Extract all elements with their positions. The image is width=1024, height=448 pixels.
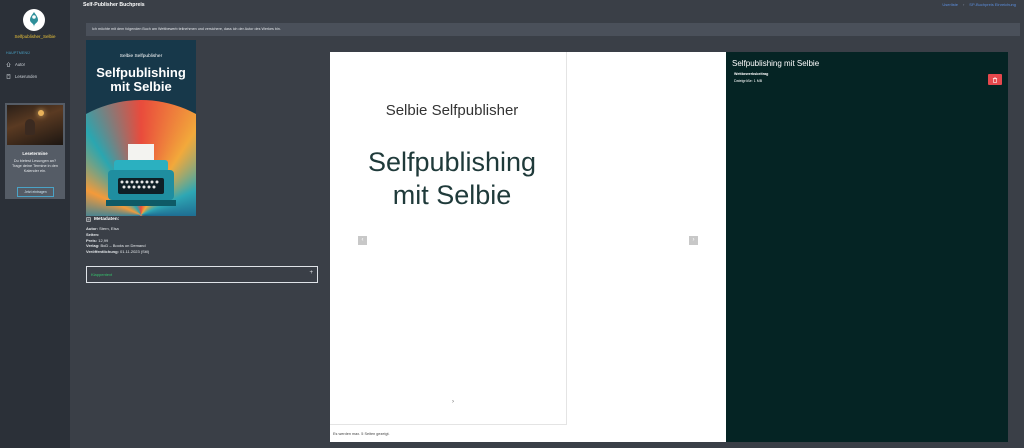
promo-text: Du bietest Lesungen an? Trage deine Term…: [11, 159, 58, 173]
promo-title: Lesetermine: [22, 151, 48, 156]
breadcrumb-separator: ›: [962, 2, 965, 7]
metadata-heading: Metadaten:: [86, 217, 119, 222]
cover-author: Selbie Selfpublisher: [119, 54, 163, 59]
breadcrumb-link-current[interactable]: SP-Buchpreis Einreichung: [969, 2, 1016, 7]
submission-panel: Selfpublishing mit Selbie Wettbewerbsbei…: [726, 52, 1008, 442]
document-icon: [86, 217, 91, 222]
book-cover: Selbie Selfpublisher Selfpublishing mit …: [86, 40, 196, 216]
submission-filesize: Dateigröße: 1 MB: [734, 79, 763, 83]
typewriter-icon: [106, 144, 176, 206]
sidebar-item-leserunden[interactable]: Leserunden: [6, 74, 37, 79]
promo-card: Lesetermine Du bietest Lesungen an? Trag…: [5, 103, 65, 199]
sidebar-username[interactable]: Selfpublisher_Selbie: [0, 34, 70, 39]
klappentext-collapse[interactable]: Klappentext +: [86, 266, 318, 283]
cover-title: Selfpublishing mit Selbie: [96, 65, 186, 94]
submission-type: Wettbewerbsbeitrag: [734, 72, 769, 76]
promo-image: [7, 105, 63, 145]
submission-title: Selfpublishing mit Selbie: [732, 59, 820, 68]
delete-button[interactable]: [988, 74, 1002, 85]
page-nav-chevron-icon[interactable]: ›: [452, 399, 454, 405]
metadata-heading-text: Metadaten:: [94, 217, 120, 222]
viewer-title-line: mit Selbie: [392, 180, 512, 210]
breadcrumb-link-userliste[interactable]: Userliste: [942, 2, 958, 7]
nav-section-label: HAUPTMENÜ: [6, 51, 30, 55]
collapse-label: Klappentext: [91, 272, 113, 277]
sidebar-item-label: Leserunden: [15, 74, 38, 79]
viewer-title: Selfpublishing mit Selbie: [330, 146, 574, 212]
notice-text: Ich möchte mit dem folgenden Buch am Wet…: [92, 27, 281, 31]
expand-icon[interactable]: +: [309, 270, 313, 276]
pdf-viewer: Selbie Selfpublisher Selfpublishing mit …: [330, 52, 726, 442]
viewer-footnote: Es werden max. 5 Seiten gezeigt.: [333, 432, 390, 436]
next-page-button[interactable]: ›: [689, 236, 698, 245]
book-icon: [6, 74, 11, 79]
metadata-list: Autor: Stern, Elsa Seiten: Preis: 12,99 …: [86, 226, 149, 255]
confirmation-notice: Ich möchte mit dem folgenden Buch am Wet…: [86, 23, 1020, 36]
prev-page-button[interactable]: ‹: [358, 236, 367, 245]
logo-icon[interactable]: [23, 9, 45, 31]
sidebar: Selfpublisher_Selbie HAUPTMENÜ Autor Les…: [0, 0, 70, 448]
breadcrumb: Userliste › SP-Buchpreis Einreichung: [942, 2, 1016, 7]
sidebar-item-label: Autor: [15, 62, 26, 67]
viewer-title-line: Selfpublishing: [367, 147, 537, 177]
viewer-author: Selbie Selfpublisher: [385, 102, 519, 119]
promo-button[interactable]: Jetzt eintragen: [17, 187, 54, 197]
home-icon: [6, 62, 11, 67]
page-title: Self-Publisher Buchpreis: [83, 2, 145, 8]
sidebar-item-autor[interactable]: Autor: [6, 62, 25, 67]
metadata-row: Veröffentlichung: 01.11.2023 (Stil): [86, 249, 150, 255]
trash-icon: [992, 76, 998, 83]
